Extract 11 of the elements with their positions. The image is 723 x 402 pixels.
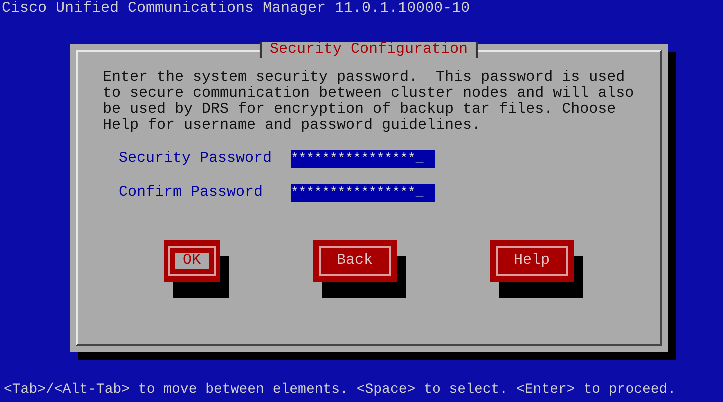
- dialog-message: Enter the system security password. This password is used to secure communication between cluster nodes and will also be used by DRS for encryption of backup tar files. Choose Help for username and password guidelines.: [103, 70, 636, 134]
- screen-title: Cisco Unified Communications Manager 11.0.1.10000-10: [1, 0, 470, 17]
- dialog-button[interactable]: OK: [164, 240, 220, 282]
- dialog-button[interactable]: Back: [312, 240, 397, 282]
- status-hint-text: <Tab>/<Alt-Tab> to move between elements. <Space> to select. <Enter> to proceed.: [3, 382, 676, 400]
- dialog-button[interactable]: Help: [490, 240, 574, 282]
- password-field[interactable]: ****************_: [291, 150, 435, 168]
- password-field[interactable]: ****************_: [291, 184, 435, 202]
- field-label: Security Password: [119, 151, 274, 167]
- dialog-title: Security Configuration: [260, 42, 478, 58]
- field-label: Confirm Password: [119, 185, 264, 201]
